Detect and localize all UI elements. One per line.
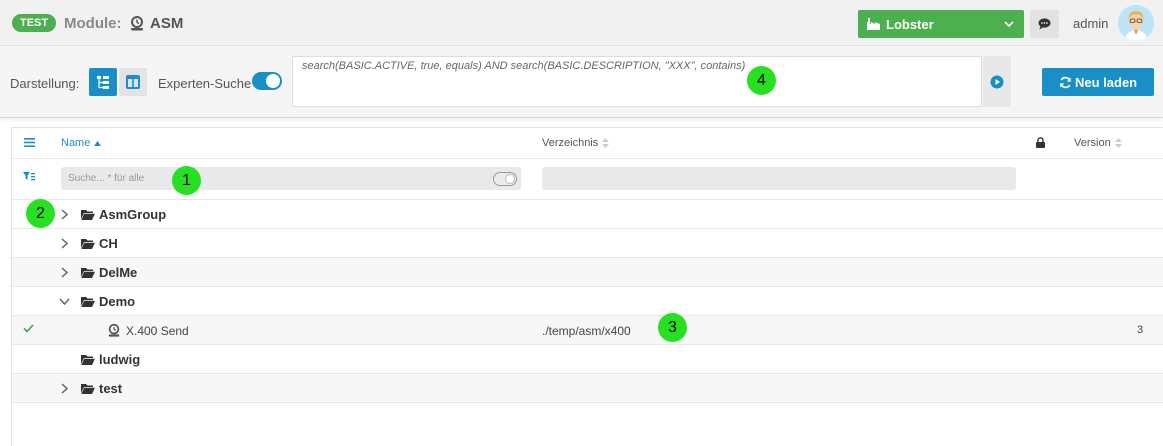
filter-icon[interactable]: [23, 172, 35, 181]
tree-row-label: Demo: [99, 294, 136, 309]
tree-row-label: X.400 Send: [126, 324, 189, 338]
checkmark-icon: [23, 324, 34, 333]
callout-2: 2: [26, 199, 55, 228]
column-header-version-label: Version: [1074, 137, 1111, 149]
split-view-button[interactable]: [119, 68, 147, 96]
folder-icon: [81, 355, 95, 365]
column-header-name-label: Name: [61, 137, 91, 149]
toggle-knob: [505, 174, 515, 184]
hamburger-menu-icon[interactable]: [24, 138, 35, 147]
tenant-name: Lobster: [886, 17, 934, 32]
callout-3: 3: [658, 313, 687, 342]
tree-view-button[interactable]: [89, 68, 117, 96]
tree-row-test[interactable]: test: [12, 374, 1163, 403]
chevron-down-icon: [1004, 21, 1014, 28]
tree-row-label: AsmGroup: [99, 207, 167, 222]
tree-row-delme[interactable]: DelMe: [12, 258, 1163, 287]
folder-icon: [81, 210, 95, 220]
reload-button[interactable]: Neu laden: [1042, 68, 1154, 96]
columns-icon: [126, 75, 140, 89]
chat-icon: [1038, 18, 1051, 30]
toggle-knob: [266, 74, 280, 88]
chevron-right-icon[interactable]: [61, 209, 68, 220]
tree-view-icon: [97, 76, 109, 89]
run-search-button[interactable]: [983, 56, 1011, 107]
folder-icon: [81, 384, 95, 394]
expert-search-toggle[interactable]: [252, 72, 282, 90]
name-search-input[interactable]: [61, 167, 521, 190]
factory-icon: [867, 18, 880, 30]
version-cell: 3: [1137, 324, 1144, 336]
chevron-right-icon[interactable]: [61, 267, 68, 278]
chat-button[interactable]: [1030, 10, 1059, 38]
tenant-dropdown[interactable]: Lobster: [858, 10, 1024, 38]
folder-icon: [81, 297, 95, 307]
asm-clock-icon: [108, 323, 120, 337]
expert-search-input[interactable]: search(BASIC.ACTIVE, true, equals) AND s…: [292, 56, 982, 107]
callout-4: 4: [747, 66, 776, 95]
tree-row-label: DelMe: [99, 265, 138, 280]
folder-icon: [81, 239, 95, 249]
tree-row-label: ludwig: [99, 352, 141, 367]
callout-1: 1: [172, 166, 201, 195]
expert-search-label: Experten-Suche: [158, 76, 252, 91]
reload-label: Neu laden: [1075, 75, 1138, 90]
tree-row-ch[interactable]: CH: [12, 229, 1163, 258]
view-mode-label: Darstellung:: [10, 76, 80, 91]
column-header-version[interactable]: Version: [1074, 137, 1122, 149]
directory-search-input[interactable]: [542, 167, 1016, 190]
module-label: Module:: [64, 15, 122, 32]
asm-module-icon: [131, 16, 143, 31]
play-circle-icon: [990, 75, 1004, 89]
user-avatar-icon: [1118, 5, 1154, 41]
tree-row-x400-send[interactable]: X.400 Send ./temp/asm/x400 3: [12, 316, 1163, 345]
chevron-right-icon[interactable]: [61, 383, 68, 394]
sort-icon: [602, 138, 610, 149]
user-name[interactable]: admin: [1073, 16, 1108, 31]
column-header-name[interactable]: Name: [61, 137, 102, 149]
module-name: ASM: [150, 15, 184, 32]
lock-icon: [1036, 137, 1045, 148]
search-mode-toggle[interactable]: [493, 172, 517, 186]
environment-badge: TEST: [12, 14, 57, 32]
tree-row-asmgroup[interactable]: AsmGroup: [12, 200, 1163, 229]
directory-cell: ./temp/asm/x400: [542, 324, 631, 338]
tree-row-ludwig[interactable]: ludwig: [12, 345, 1163, 374]
refresh-icon: [1060, 76, 1071, 89]
column-header-directory-label: Verzeichnis: [542, 137, 599, 149]
search-toolbar: Darstellung: Experten-Suche search(BASIC…: [0, 46, 1163, 118]
tree-row-label: test: [99, 381, 123, 396]
tree-row-demo[interactable]: Demo: [12, 287, 1163, 316]
sort-icon: [1114, 138, 1122, 149]
grid-header: Name Verzeichnis Version: [12, 128, 1163, 159]
folder-icon: [81, 268, 95, 278]
top-bar: TEST Module: ASM Lobster admin: [0, 0, 1163, 46]
tree-row-label: CH: [99, 236, 118, 251]
sort-ascending-icon: [94, 140, 102, 146]
chevron-down-icon[interactable]: [59, 298, 70, 305]
avatar[interactable]: [1118, 5, 1154, 41]
column-header-directory[interactable]: Verzeichnis: [542, 137, 610, 149]
chevron-right-icon[interactable]: [61, 238, 68, 249]
